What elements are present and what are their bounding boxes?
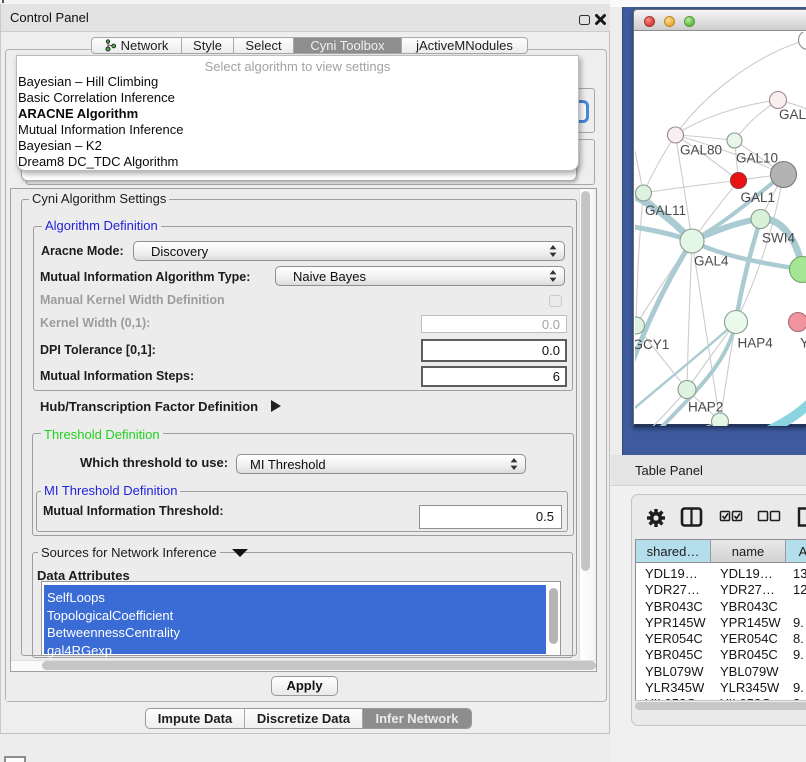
svg-text:GAL4: GAL4 <box>694 254 729 269</box>
svg-text:Y: Y <box>800 336 806 351</box>
svg-text:SWI4: SWI4 <box>762 231 795 246</box>
svg-text:HAP4: HAP4 <box>738 336 774 351</box>
svg-text:GAL1: GAL1 <box>741 190 776 205</box>
svg-text:GAL11: GAL11 <box>645 203 686 218</box>
svg-text:GAL80: GAL80 <box>680 143 722 158</box>
svg-text:HAP2: HAP2 <box>688 400 723 415</box>
svg-text:GCY1: GCY1 <box>635 337 669 352</box>
svg-text:GAL10: GAL10 <box>736 151 778 166</box>
svg-text:GAL2: GAL2 <box>779 107 806 122</box>
